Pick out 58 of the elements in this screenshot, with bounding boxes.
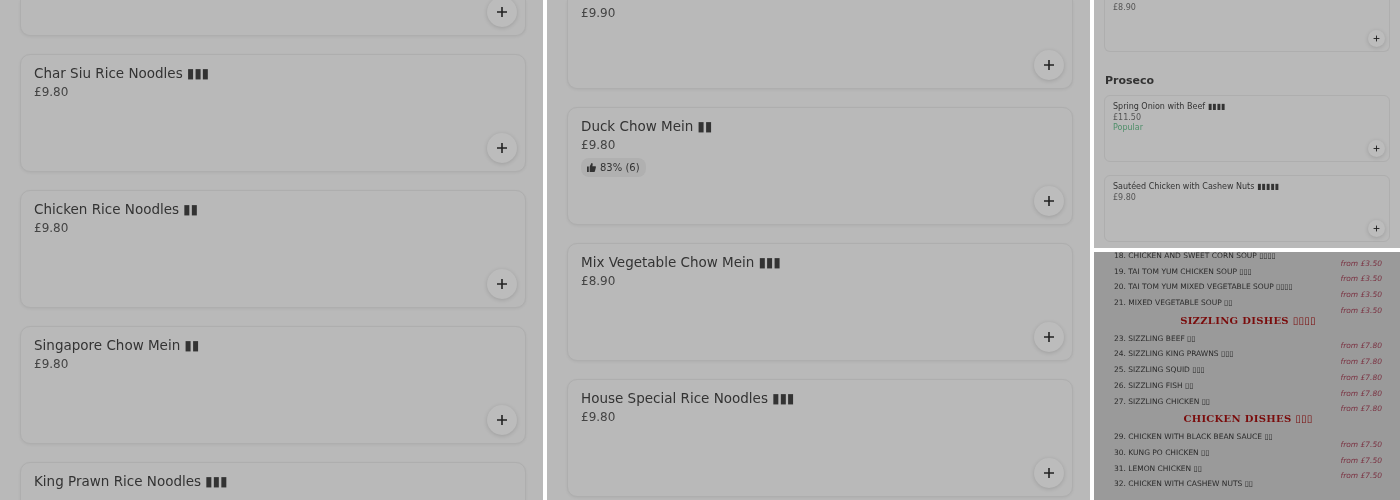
item-price: £8.90 xyxy=(1113,3,1137,13)
menu-item-card[interactable]: £8.90 xyxy=(1104,0,1390,52)
plus-icon xyxy=(1373,35,1380,42)
add-button[interactable] xyxy=(1034,458,1064,488)
menu-item-card[interactable]: Mix Vegetable Chow Mein ▮▮▮ £8.90 xyxy=(567,243,1073,361)
plus-icon xyxy=(1373,225,1380,232)
add-button[interactable] xyxy=(1368,140,1385,157)
add-button[interactable] xyxy=(1034,186,1064,216)
menu-item-card[interactable]: House Special Rice Noodles ▮▮▮ £9.80 xyxy=(567,379,1073,497)
item-name: Spring Onion with Beef ▮▮▮▮ xyxy=(1113,102,1227,112)
rating-text: 83% (6) xyxy=(600,161,640,175)
plus-icon xyxy=(496,278,508,290)
item-name: King Prawn Rice Noodles ▮▮▮ xyxy=(34,473,229,490)
section-heading: Proseco xyxy=(1105,74,1156,88)
add-button[interactable] xyxy=(487,133,517,163)
item-price: £9.80 xyxy=(34,85,70,100)
item-price: £9.80 xyxy=(1113,193,1137,203)
add-button[interactable] xyxy=(1034,322,1064,352)
menu-item-card[interactable]: Spring Onion with Beef ▮▮▮▮ £11.50 Popular xyxy=(1104,95,1390,162)
item-name: Sautéed Chicken with Cashew Nuts ▮▮▮▮▮ xyxy=(1113,182,1280,192)
menu-item-card[interactable]: Singapore Chow Mein ▮▮ £9.80 xyxy=(20,326,526,444)
plus-icon xyxy=(496,6,508,18)
add-button[interactable] xyxy=(1034,50,1064,80)
item-price: £9.80 xyxy=(34,221,70,236)
item-price: £9.80 xyxy=(34,357,70,372)
menu-item-card[interactable]: £9.90 xyxy=(567,0,1073,89)
item-name: Char Siu Rice Noodles ▮▮▮ xyxy=(34,65,211,82)
add-button[interactable] xyxy=(1368,220,1385,237)
add-button[interactable] xyxy=(1368,30,1385,47)
item-price: £9.80 xyxy=(581,410,617,425)
menu-section-heading: CHICKEN DISHES ▯▯▯ xyxy=(1182,413,1314,426)
thumbs-up-icon xyxy=(587,163,596,172)
add-button[interactable] xyxy=(487,0,517,27)
item-price: £9.90 xyxy=(581,6,617,21)
plus-icon xyxy=(1373,145,1380,152)
menu-item-card[interactable]: Duck Chow Mein ▮▮ £9.80 83% (6) xyxy=(567,107,1073,225)
item-name: Mix Vegetable Chow Mein ▮▮▮ xyxy=(581,254,782,271)
plus-icon xyxy=(496,414,508,426)
item-price: £9.80 xyxy=(581,138,617,153)
item-name: Duck Chow Mein ▮▮ xyxy=(581,118,714,135)
popular-tag: Popular xyxy=(1113,123,1381,133)
add-button[interactable] xyxy=(487,405,517,435)
item-name: Singapore Chow Mein ▮▮ xyxy=(34,337,201,354)
menu-item-card[interactable]: Chicken Rice Noodles ▮▮ £9.80 xyxy=(20,190,526,308)
menu-item-card[interactable]: Char Siu Rice Noodles ▮▮▮ £9.80 xyxy=(20,54,526,172)
menu-item-card[interactable]: King Prawn Rice Noodles ▮▮▮ xyxy=(20,462,526,500)
item-price: £8.90 xyxy=(581,274,617,289)
plus-icon xyxy=(1043,59,1055,71)
item-name: House Special Rice Noodles ▮▮▮ xyxy=(581,390,796,407)
item-price: £11.50 xyxy=(1113,113,1142,123)
plus-icon xyxy=(1043,467,1055,479)
plus-icon xyxy=(1043,331,1055,343)
menu-item-card[interactable]: Sautéed Chicken with Cashew Nuts ▮▮▮▮▮ £9.80 xyxy=(1104,175,1390,242)
add-button[interactable] xyxy=(487,269,517,299)
item-name: Chicken Rice Noodles ▮▮ xyxy=(34,201,200,218)
menu-section-heading: SIZZLING DISHES ▯▯▯▯ xyxy=(1179,314,1317,327)
plus-icon xyxy=(496,142,508,154)
plus-icon xyxy=(1043,195,1055,207)
